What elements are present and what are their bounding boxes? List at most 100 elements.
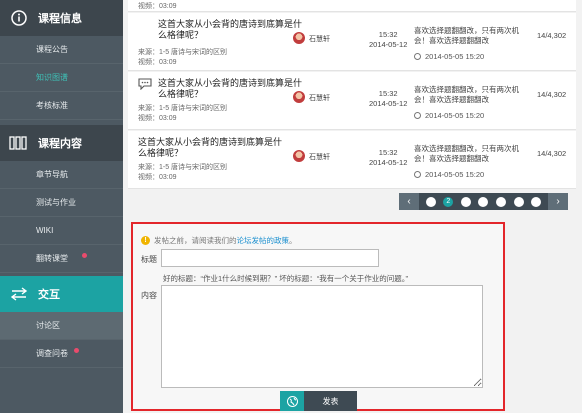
post-views: 视频：03:09 (138, 115, 177, 122)
page-button[interactable] (460, 196, 471, 207)
page-list: 2 (419, 196, 548, 207)
section-course-content[interactable]: 课程内容 (0, 125, 123, 161)
prev-page-button[interactable]: ‹ (399, 193, 419, 210)
post-title[interactable]: 这首大家从小会背的唐诗到底算是什么格律呢？ (138, 137, 288, 159)
clock-icon (414, 171, 421, 178)
post-date-value: 2014-05-12 (369, 40, 408, 49)
last-reply-time: 2014-05-05 15:20 (414, 111, 484, 120)
clock-icon (414, 112, 421, 119)
notice-text: 发帖之前，请阅读我们的 (154, 236, 237, 245)
post-time: 15:32 2014-05-12 (369, 89, 407, 109)
post-author[interactable]: 石慧轩 (309, 152, 330, 162)
sidebar-item-label: 章节导航 (36, 170, 68, 179)
reply-count: 14/4,302 (537, 149, 567, 158)
last-reply-time-value: 2014-05-05 15:20 (425, 111, 485, 120)
page-button-current[interactable]: 2 (443, 196, 454, 207)
sidebar-item-chapters[interactable]: 章节导航 (0, 161, 123, 189)
sidebar-item-label: 课程公告 (36, 45, 68, 54)
post-row[interactable]: 这首大家从小会背的唐诗到底算是什么格律呢？ 来源：1-5 唐诗与宋词的区别 视频… (128, 13, 576, 71)
sidebar-item-label: 讨论区 (36, 321, 60, 330)
post-views: 视频：03:09 (138, 3, 177, 10)
notification-dot (74, 348, 79, 353)
sidebar-item-label: 测试与作业 (36, 198, 76, 207)
sidebar-item-label: 知识图谱 (36, 73, 68, 82)
submit-post-button[interactable]: 发表 (280, 391, 357, 411)
sidebar: 课程信息 课程公告 知识图谱 考核标准 课程内容 章节导航 测试与作业 WIKI… (0, 0, 123, 413)
post-source: 来源：1-5 唐诗与宋词的区别 (138, 164, 228, 171)
sidebar-item-label: 翻转课堂 (36, 254, 68, 263)
next-page-button[interactable]: › (548, 193, 568, 210)
title-label: 标题 (141, 255, 157, 264)
post-row[interactable]: 这首大家从小会背的唐诗到底算是什么格律呢？ 来源：1-5 唐诗与宋词的区别 视频… (128, 72, 576, 130)
notice-suffix: 。 (289, 236, 297, 245)
last-reply: 喜欢选择题翻翻改，只有两次机会！喜欢选择题翻翻改 (414, 26, 519, 45)
post-time-value: 15:32 (378, 148, 398, 157)
post-time-value: 15:32 (378, 89, 398, 98)
last-reply-time: 2014-05-05 15:20 (414, 52, 484, 61)
post-source: 来源：1-5 唐诗与宋词的区别 (138, 49, 228, 56)
section-label: 课程信息 (38, 13, 82, 25)
new-post-form: ! 发帖之前，请阅读我们的 论坛发帖的政策。 标题 好的标题：“作业1什么时候到期… (131, 222, 505, 411)
section-course-info[interactable]: 课程信息 (0, 0, 123, 36)
post-time: 15:32 2014-05-12 (369, 148, 407, 168)
sidebar-item-knowledge-map[interactable]: 知识图谱 (0, 64, 123, 92)
last-reply-time: 2014-05-05 15:20 (414, 170, 484, 179)
post-date-value: 2014-05-12 (369, 99, 408, 108)
speech-bubble-icon (138, 78, 152, 91)
previous-post-fragment: 视频：03:09 (128, 0, 576, 12)
exchange-arrows-icon (8, 285, 30, 303)
page-button[interactable] (496, 196, 507, 207)
sidebar-item-label: WIKI (36, 226, 54, 235)
sidebar-item-survey[interactable]: 调查问卷 (0, 340, 123, 368)
page-button[interactable] (425, 196, 436, 207)
page-button[interactable] (531, 196, 542, 207)
post-source: 来源：1-5 唐诗与宋词的区别 (138, 105, 228, 112)
content-label: 内容 (141, 291, 157, 300)
last-reply: 喜欢选择题翻翻改，只有两次机会！喜欢选择题翻翻改 (414, 144, 519, 163)
title-input[interactable] (161, 249, 379, 267)
avatar (293, 150, 305, 162)
books-icon (8, 134, 30, 152)
post-title[interactable]: 这首大家从小会背的唐诗到底算是什么格律呢？ (158, 19, 303, 41)
reply-count: 14/4,302 (537, 90, 567, 99)
sidebar-item-flipped-class[interactable]: 翻转课堂 (0, 245, 123, 273)
title-hint: 好的标题：“作业1什么时候到期？” 坏的标题：“我有一个关于作业的问题。” (163, 274, 408, 283)
globe-icon (280, 391, 304, 411)
post-views: 视频：03:09 (138, 59, 177, 66)
warning-icon: ! (141, 236, 150, 245)
post-author[interactable]: 石慧轩 (309, 93, 330, 103)
post-views: 视频：03:09 (138, 174, 177, 181)
avatar (293, 91, 305, 103)
sidebar-item-label: 考核标准 (36, 101, 68, 110)
avatar (293, 32, 305, 44)
pagination: ‹ 2 › (399, 193, 568, 210)
reply-count: 14/4,302 (537, 31, 567, 40)
sidebar-item-assessment[interactable]: 考核标准 (0, 92, 123, 120)
posting-notice: ! 发帖之前，请阅读我们的 论坛发帖的政策。 (141, 235, 297, 246)
post-time: 15:32 2014-05-12 (369, 30, 407, 50)
last-reply-time-value: 2014-05-05 15:20 (425, 170, 485, 179)
sidebar-item-forum[interactable]: 讨论区 (0, 312, 123, 340)
last-reply: 喜欢选择题翻翻改，只有两次机会！喜欢选择题翻翻改 (414, 85, 519, 104)
post-date-value: 2014-05-12 (369, 158, 408, 167)
clock-icon (414, 53, 421, 60)
sidebar-item-label: 调查问卷 (36, 349, 68, 358)
post-author[interactable]: 石慧轩 (309, 34, 330, 44)
post-title[interactable]: 这首大家从小会背的唐诗到底算是什么格律呢？ (158, 78, 303, 100)
post-row[interactable]: 这首大家从小会背的唐诗到底算是什么格律呢？ 来源：1-5 唐诗与宋词的区别 视频… (128, 131, 576, 189)
page-button[interactable] (513, 196, 524, 207)
sidebar-item-wiki[interactable]: WIKI (0, 217, 123, 245)
info-circle-icon (8, 9, 30, 27)
submit-label: 发表 (322, 396, 339, 406)
section-interaction[interactable]: 交互 (0, 276, 123, 312)
forum-policy-link[interactable]: 论坛发帖的政策 (237, 235, 290, 246)
sidebar-item-tests[interactable]: 测试与作业 (0, 189, 123, 217)
sidebar-item-announcement[interactable]: 课程公告 (0, 36, 123, 64)
section-label: 交互 (38, 289, 60, 301)
last-reply-time-value: 2014-05-05 15:20 (425, 52, 485, 61)
notification-dot (82, 253, 87, 258)
content-textarea[interactable] (161, 285, 483, 388)
page-button[interactable] (478, 196, 489, 207)
section-label: 课程内容 (38, 138, 82, 150)
post-time-value: 15:32 (378, 30, 398, 39)
